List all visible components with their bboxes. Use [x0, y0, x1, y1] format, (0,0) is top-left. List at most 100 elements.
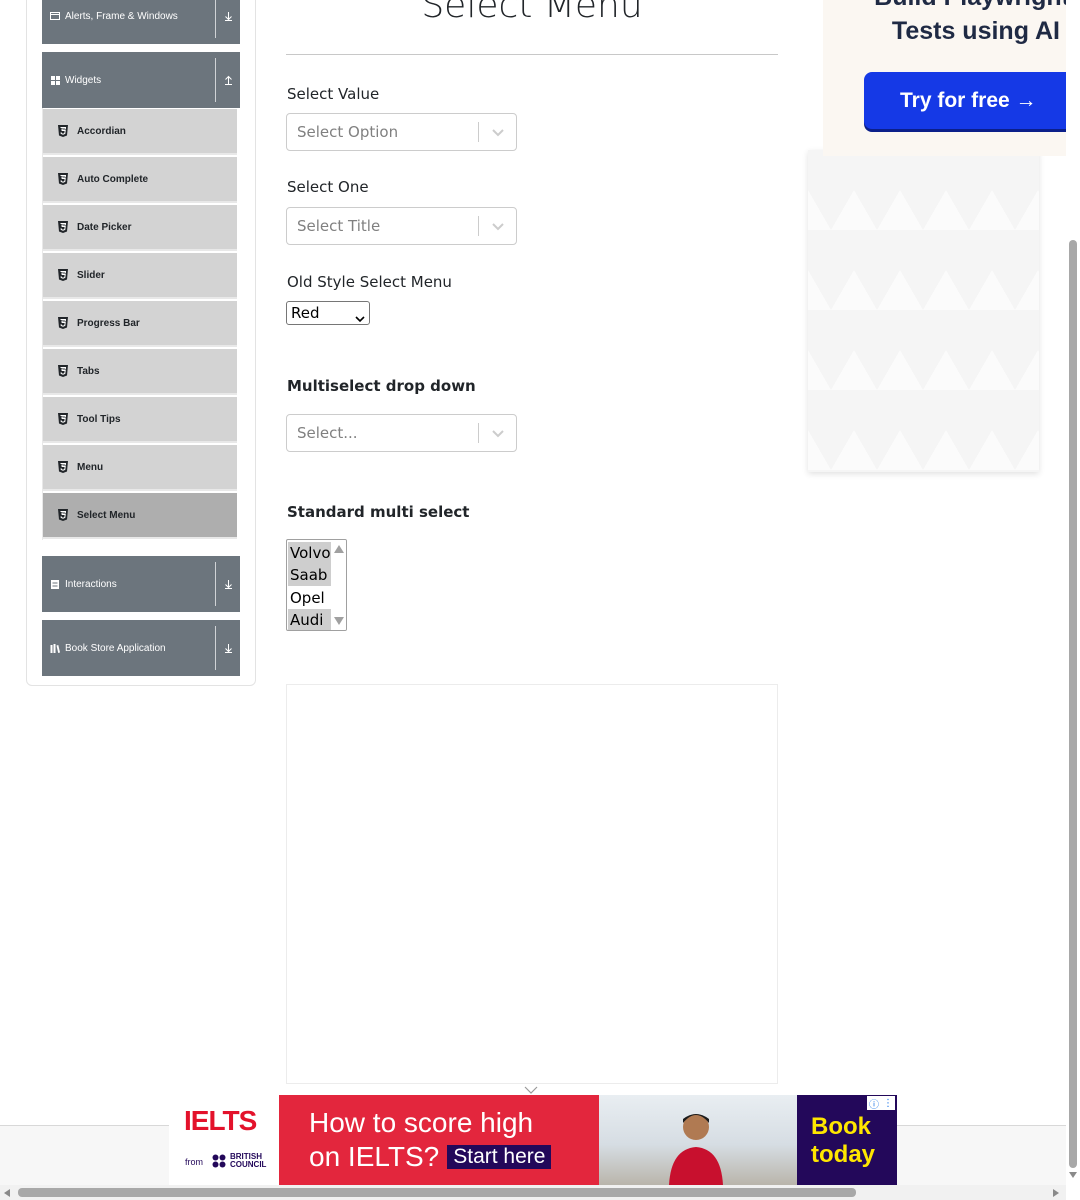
- html5-icon: [57, 221, 69, 233]
- sidebar-group-label: Interactions: [65, 578, 117, 590]
- old-style-select[interactable]: Red: [286, 301, 370, 325]
- sidebar-item-slider[interactable]: Slider: [43, 253, 237, 299]
- multiselect-placeholder: Select...: [297, 424, 358, 442]
- bottom-ad-banner[interactable]: IELTS from BRITISH COUNCIL How to score …: [169, 1095, 897, 1185]
- book-today-text: Book today: [811, 1113, 875, 1169]
- scroll-left-arrow-icon[interactable]: [3, 1188, 11, 1198]
- vertical-scrollbar-thumb[interactable]: [1069, 240, 1077, 1168]
- sidebar-item-label: Accordian: [77, 125, 126, 137]
- more-options-icon[interactable]: ⋮: [883, 1098, 893, 1109]
- option-volvo[interactable]: Volvo: [288, 542, 331, 564]
- chevron-down-icon: [355, 308, 365, 323]
- sidebar-group-alerts-frame-windows[interactable]: Alerts, Frame & Windows: [42, 0, 240, 44]
- chevron-down-icon[interactable]: [523, 1080, 539, 1094]
- grid-icon: [50, 75, 60, 85]
- start-here-button[interactable]: Start here: [447, 1145, 552, 1169]
- book-line1: Book: [811, 1113, 871, 1140]
- ad-photo: [599, 1095, 797, 1185]
- sidebar-item-select-menu[interactable]: Select Menu: [43, 493, 237, 539]
- sidebar-item-label: Select Menu: [77, 509, 136, 521]
- list-scrollbar[interactable]: [331, 540, 346, 630]
- sidebar-item-label: Auto Complete: [77, 173, 149, 185]
- side-ad-headline: Build Playwright Tests using AI: [870, 0, 1070, 48]
- chevron-down-icon[interactable]: [490, 124, 506, 140]
- sidebar-group-label: Widgets: [65, 74, 102, 86]
- html5-icon: [57, 173, 69, 185]
- ad-headline-line2-text: on IELTS?: [309, 1141, 440, 1172]
- indicator-separator: [478, 122, 479, 142]
- standard-multi-select-label: Standard multi select: [287, 503, 470, 521]
- html5-icon: [57, 413, 69, 425]
- info-icon[interactable]: ⓘ: [869, 1096, 879, 1111]
- ad-headline-line1: How to score high: [309, 1107, 534, 1138]
- scroll-right-arrow-icon[interactable]: [1052, 1188, 1060, 1198]
- sidebar-item-tabs[interactable]: Tabs: [43, 349, 237, 395]
- side-ad-headline-line2: Tests using AI: [891, 17, 1060, 45]
- sidebar-item-accordian[interactable]: Accordian: [43, 109, 237, 155]
- html5-icon: [57, 461, 69, 473]
- chevron-down-icon[interactable]: [215, 626, 240, 670]
- standard-multi-select[interactable]: Volvo Saab Opel Audi: [286, 539, 347, 631]
- option-audi[interactable]: Audi: [288, 609, 331, 630]
- indicator-separator: [478, 216, 479, 236]
- select-value-label: Select Value: [287, 85, 380, 103]
- sidebar-group-book-store-application[interactable]: Book Store Application: [42, 620, 240, 676]
- scroll-up-arrow-icon[interactable]: [334, 545, 344, 553]
- side-ad-headline-line1: Build Playwright: [870, 0, 1070, 14]
- page-title: Select Menu: [421, 0, 643, 26]
- html5-icon: [57, 317, 69, 329]
- sidebar-item-menu[interactable]: Menu: [43, 445, 237, 491]
- ad-choices[interactable]: ⓘ ⋮: [867, 1096, 895, 1111]
- sidebar-group-label: Book Store Application: [65, 642, 166, 654]
- ielts-logo: IELTS: [184, 1105, 257, 1136]
- ad-headline-line2: on IELTS? Start here: [309, 1141, 552, 1173]
- try-for-free-button[interactable]: Try for free →: [864, 72, 1074, 129]
- select-one-dropdown[interactable]: Select Title: [286, 207, 517, 245]
- book-line2: today: [811, 1141, 876, 1168]
- horizontal-scrollbar-thumb[interactable]: [18, 1188, 856, 1197]
- select-one-placeholder: Select Title: [297, 217, 381, 235]
- ielts-from-text: from: [185, 1157, 203, 1167]
- option-opel[interactable]: Opel: [288, 587, 331, 609]
- scroll-down-arrow-icon[interactable]: [334, 617, 344, 625]
- html5-icon: [57, 509, 69, 521]
- sidebar-item-auto-complete[interactable]: Auto Complete: [43, 157, 237, 203]
- books-icon: [50, 643, 60, 653]
- side-ad-pattern: [808, 150, 1039, 472]
- chevron-down-icon[interactable]: [215, 562, 240, 606]
- sidebar-group-interactions[interactable]: Interactions: [42, 556, 240, 612]
- ad-headline-panel: How to score high on IELTS? Start here: [279, 1095, 599, 1185]
- person-photo-icon: [669, 1114, 723, 1185]
- list-icon: [50, 579, 60, 589]
- multiselect-dropdown-label: Multiselect drop down: [287, 377, 476, 395]
- chevron-up-icon[interactable]: [215, 58, 240, 102]
- sidebar-group-label: Alerts, Frame & Windows: [65, 10, 178, 22]
- html5-icon: [57, 269, 69, 281]
- select-value-dropdown[interactable]: Select Option: [286, 113, 517, 151]
- sidebar-item-date-picker[interactable]: Date Picker: [43, 205, 237, 251]
- ad-placeholder-frame: [286, 684, 778, 1084]
- old-style-select-value: Red: [291, 304, 320, 322]
- window-icon: [50, 11, 60, 21]
- partner-line2: COUNCIL: [230, 1160, 267, 1169]
- chevron-down-icon[interactable]: [490, 425, 506, 441]
- sidebar-item-label: Menu: [77, 461, 104, 473]
- select-value-placeholder: Select Option: [297, 123, 399, 141]
- scroll-down-arrow-icon[interactable]: [1068, 1171, 1078, 1179]
- option-saab[interactable]: Saab: [288, 564, 331, 586]
- sidebar-item-label: Tabs: [77, 365, 100, 377]
- old-style-select-label: Old Style Select Menu: [287, 273, 452, 291]
- sidebar-item-label: Date Picker: [77, 221, 132, 233]
- sidebar-item-tool-tips[interactable]: Tool Tips: [43, 397, 237, 443]
- sidebar-group-widgets[interactable]: Widgets: [42, 52, 240, 108]
- multiselect-dropdown[interactable]: Select...: [286, 414, 517, 452]
- sidebar-item-progress-bar[interactable]: Progress Bar: [43, 301, 237, 347]
- british-council-logo: BRITISH COUNCIL: [212, 1153, 266, 1169]
- sidebar-item-label: Slider: [77, 269, 105, 281]
- html5-icon: [57, 365, 69, 377]
- sidebar-item-label: Progress Bar: [77, 317, 140, 329]
- select-one-label: Select One: [287, 178, 369, 196]
- sidebar-item-label: Tool Tips: [77, 413, 121, 425]
- chevron-down-icon[interactable]: [215, 0, 240, 38]
- chevron-down-icon[interactable]: [490, 218, 506, 234]
